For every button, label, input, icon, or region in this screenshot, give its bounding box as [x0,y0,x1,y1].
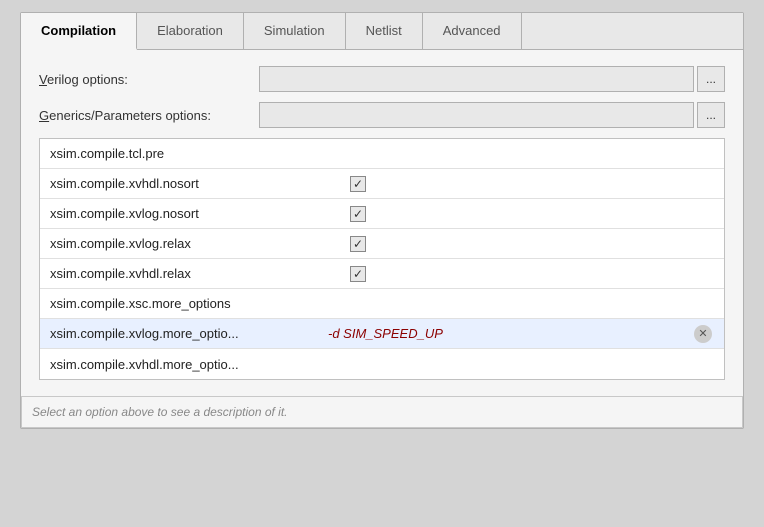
option-name: xsim.compile.xvlog.nosort [40,201,320,226]
tab-compilation[interactable]: Compilation [21,13,137,50]
tab-bar: Compilation Elaboration Simulation Netli… [21,13,743,50]
tab-netlist[interactable]: Netlist [346,13,423,49]
tab-container: Compilation Elaboration Simulation Netli… [20,12,744,429]
option-text-value: -d SIM_SPEED_UP [328,326,443,341]
main-container: Compilation Elaboration Simulation Netli… [0,0,764,527]
verilog-label: Verilog options: [39,72,259,87]
table-row[interactable]: xsim.compile.xvlog.nosort [40,199,724,229]
generics-label: Generics/Parameters options: [39,108,259,123]
checkbox-xvlog-nosort[interactable] [350,206,366,222]
table-row[interactable]: xsim.compile.xvlog.more_optio... -d SIM_… [40,319,724,349]
option-name: xsim.compile.xvhdl.more_optio... [40,352,320,377]
option-name: xsim.compile.xsc.more_options [40,291,320,316]
options-table: xsim.compile.tcl.pre xsim.compile.xvhdl.… [39,138,725,380]
clear-value-button[interactable]: ✕ [694,325,712,343]
tab-elaboration[interactable]: Elaboration [137,13,244,49]
generics-browse-button[interactable]: ... [697,102,725,128]
option-name: xsim.compile.xvlog.more_optio... [40,321,320,346]
option-name: xsim.compile.tcl.pre [40,141,320,166]
option-name: xsim.compile.xvhdl.relax [40,261,320,286]
checkbox-container [328,176,388,192]
verilog-options-row: Verilog options: ... [39,66,725,92]
checkbox-container [328,206,388,222]
option-name: xsim.compile.xvhdl.nosort [40,171,320,196]
option-value [320,231,724,257]
generics-input[interactable] [259,102,694,128]
table-row[interactable]: xsim.compile.xvhdl.nosort [40,169,724,199]
content-area: Verilog options: ... Generics/Parameters… [21,50,743,396]
generics-options-row: Generics/Parameters options: ... [39,102,725,128]
table-row[interactable]: xsim.compile.xvlog.relax [40,229,724,259]
option-value [320,201,724,227]
verilog-browse-button[interactable]: ... [697,66,725,92]
option-value [320,359,724,369]
tab-advanced[interactable]: Advanced [423,13,522,49]
checkbox-container [328,236,388,252]
option-value: -d SIM_SPEED_UP ✕ [320,320,724,348]
table-row[interactable]: xsim.compile.xvhdl.more_optio... [40,349,724,379]
verilog-input[interactable] [259,66,694,92]
option-name: xsim.compile.xvlog.relax [40,231,320,256]
table-row[interactable]: xsim.compile.tcl.pre [40,139,724,169]
option-value [320,299,724,309]
option-value [320,261,724,287]
table-row[interactable]: xsim.compile.xvhdl.relax [40,259,724,289]
checkbox-xvhdl-relax[interactable] [350,266,366,282]
tab-simulation[interactable]: Simulation [244,13,346,49]
option-value [320,171,724,197]
option-value [320,149,724,159]
table-row[interactable]: xsim.compile.xsc.more_options [40,289,724,319]
checkbox-container [328,266,388,282]
checkbox-xvlog-relax[interactable] [350,236,366,252]
status-bar: Select an option above to see a descript… [21,396,743,428]
checkbox-xvhdl-nosort[interactable] [350,176,366,192]
